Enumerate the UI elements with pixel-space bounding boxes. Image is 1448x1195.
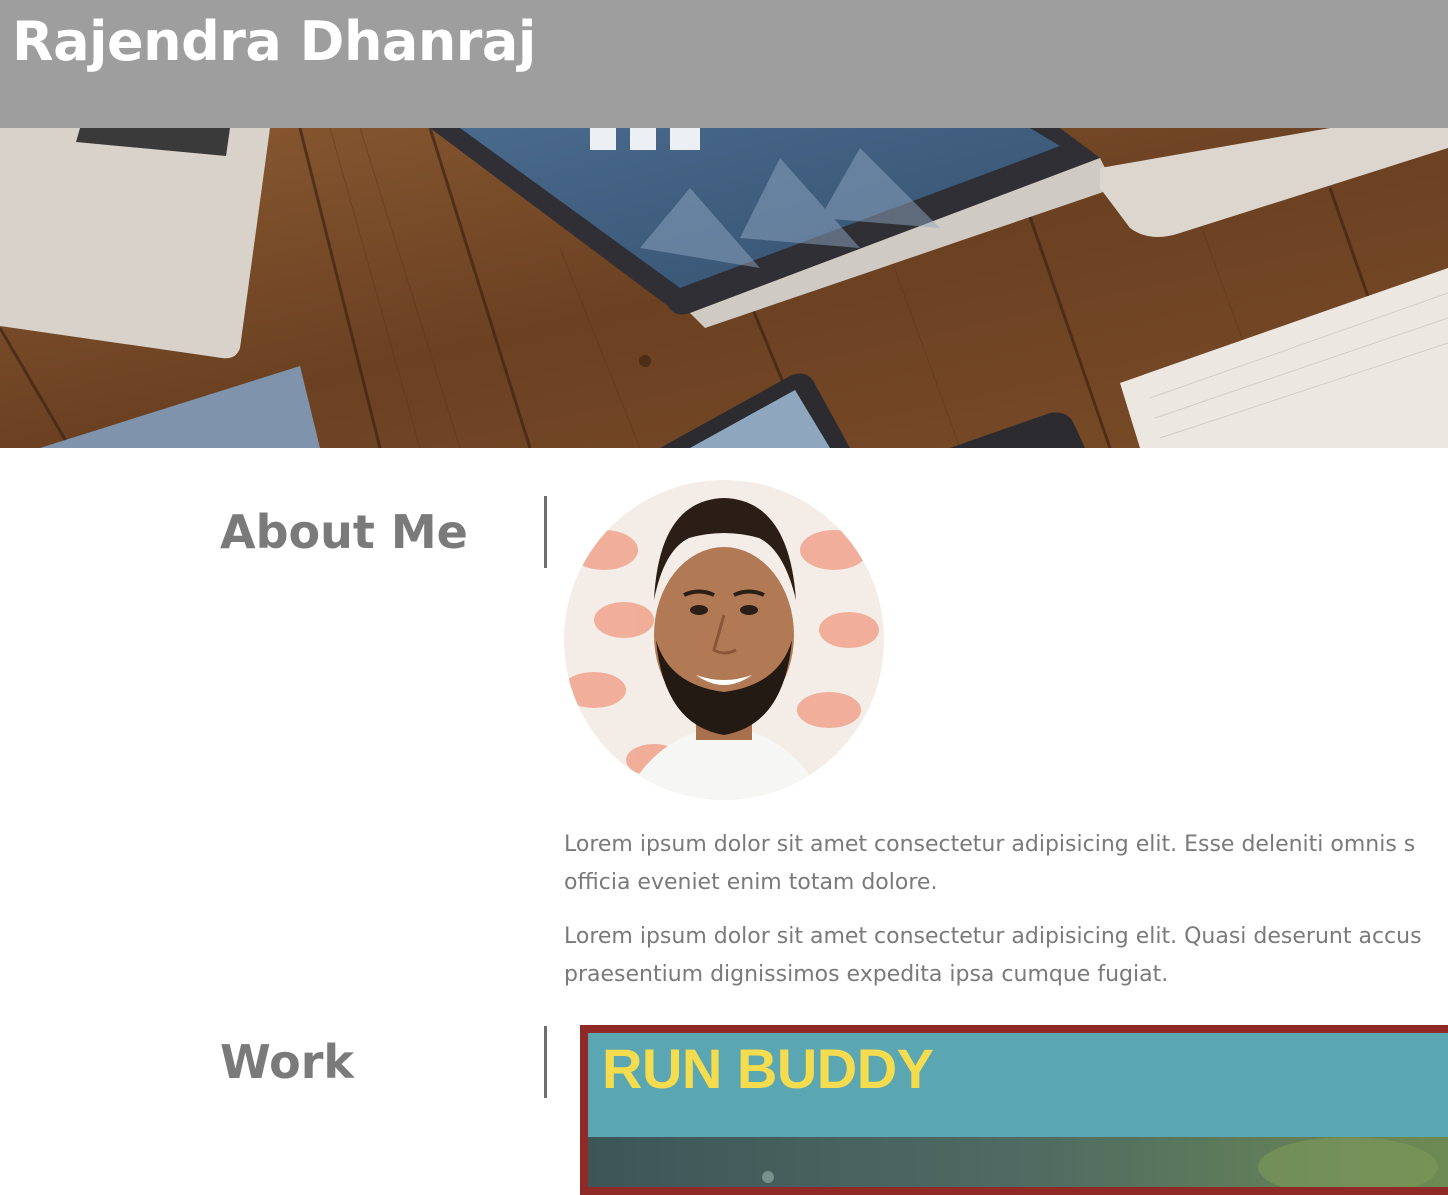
work-heading: Work <box>220 1035 354 1089</box>
about-paragraph-line: Lorem ipsum dolor sit amet consectetur a… <box>564 924 1422 949</box>
about-me-heading: About Me <box>220 505 468 559</box>
project-title: RUN BUDDY <box>602 1037 934 1100</box>
about-paragraph-line: praesentium dignissimos expedita ipsa cu… <box>564 962 1169 987</box>
work-divider <box>544 1026 547 1098</box>
profile-avatar <box>564 480 884 800</box>
site-title: Rajendra Dhanraj <box>12 10 536 73</box>
about-divider <box>544 496 547 568</box>
hero-banner-image <box>0 128 1448 448</box>
about-paragraph-line: officia eveniet enim totam dolore. <box>564 870 938 895</box>
about-paragraph-line: Lorem ipsum dolor sit amet consectetur a… <box>564 832 1416 857</box>
project-preview-image <box>588 1137 1448 1187</box>
project-card-run-buddy[interactable]: RUN BUDDY <box>580 1025 1448 1195</box>
about-paragraph: Lorem ipsum dolor sit amet consectetur a… <box>564 826 1448 902</box>
site-header: Rajendra Dhanraj <box>0 0 1448 128</box>
about-paragraph: Lorem ipsum dolor sit amet consectetur a… <box>564 918 1448 994</box>
